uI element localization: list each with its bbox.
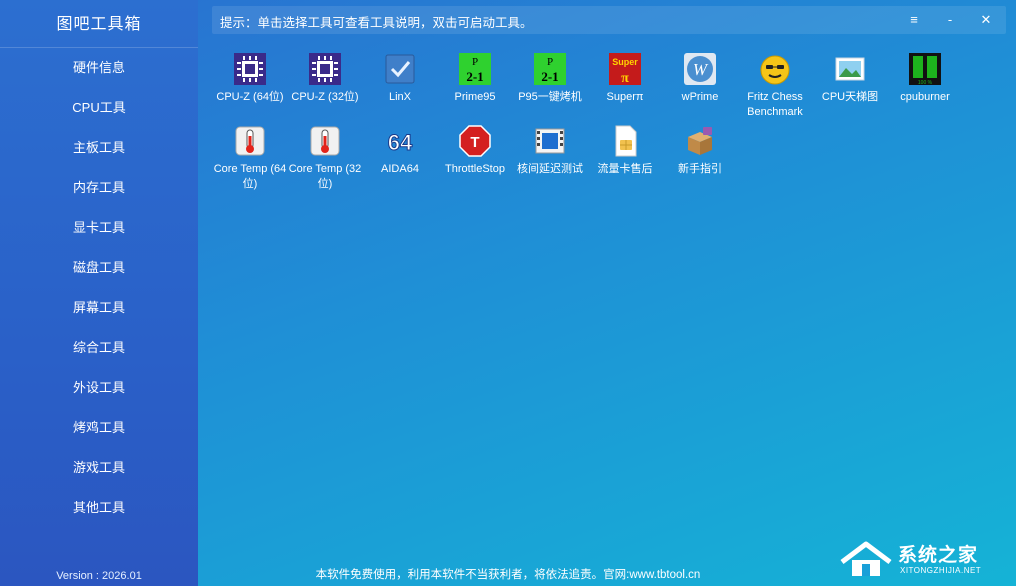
tool-label: 核间延迟测试: [517, 163, 583, 175]
tool-label: Fritz Chess Benchmark: [747, 91, 803, 118]
tool-throttlestop[interactable]: T ThrottleStop: [437, 124, 513, 177]
svg-text:π: π: [621, 71, 629, 86]
tool-beginner-guide[interactable]: 新手指引: [662, 124, 738, 177]
picture-icon: [833, 52, 867, 86]
svg-text:P: P: [472, 56, 478, 68]
svg-text:2-1: 2-1: [466, 69, 483, 84]
sidebar-item-memory-tools[interactable]: 内存工具: [0, 168, 198, 208]
cpuburner-icon: 100 %: [908, 52, 942, 86]
tool-label: CPU-Z (64位): [216, 91, 284, 103]
sidebar-item-disk-tools[interactable]: 磁盘工具: [0, 248, 198, 288]
tool-fritz-chess[interactable]: Fritz Chess Benchmark: [737, 52, 813, 120]
sidebar-item-gpu-tools[interactable]: 显卡工具: [0, 208, 198, 248]
app-title: 图吧工具箱: [56, 16, 142, 33]
aida64-icon: 64: [383, 124, 417, 158]
sidebar-item-game-tools[interactable]: 游戏工具: [0, 448, 198, 488]
prime95-icon: P 2-1: [533, 52, 567, 86]
tool-label: wPrime: [681, 91, 719, 103]
minimize-icon[interactable]: -: [938, 8, 962, 32]
tool-wprime[interactable]: W wPrime: [662, 52, 738, 105]
stop-sign-icon: T: [458, 124, 492, 158]
tool-cpu-ladder[interactable]: CPU天梯图: [812, 52, 888, 105]
tool-coretemp-64[interactable]: Core Temp (64位): [212, 124, 288, 192]
tool-coretemp-32[interactable]: Core Temp (32位): [287, 124, 363, 192]
svg-text:100 %: 100 %: [918, 80, 933, 86]
sim-card-icon: [608, 124, 642, 158]
sidebar-item-screen-tools[interactable]: 屏幕工具: [0, 288, 198, 328]
sidebar-item-general-tools[interactable]: 综合工具: [0, 328, 198, 368]
linx-icon: [383, 52, 417, 86]
watermark-cn: 系统之家: [898, 545, 979, 566]
svg-text:2-1: 2-1: [541, 69, 558, 84]
footer-notice: 本软件免费使用，利用本软件不当获利者，将依法追责。官网:www.tbtool.c…: [315, 569, 701, 581]
watermark: 系统之家 XITONGZHIJIA.NET: [838, 540, 1006, 580]
menu-icon[interactable]: ≡: [902, 8, 926, 32]
svg-text:W: W: [693, 60, 709, 79]
tool-core-latency[interactable]: 核间延迟测试: [512, 124, 588, 177]
sidebar-nav: 硬件信息 CPU工具 主板工具 内存工具 显卡工具 磁盘工具 屏幕工具 综合工具…: [0, 48, 198, 528]
hint-bar: 提示：单击选择工具可查看工具说明，双击可启动工具。 ≡ - ✕: [212, 6, 1006, 34]
superpi-icon: Super π: [608, 52, 642, 86]
svg-text:P: P: [547, 56, 553, 68]
house-logo-icon: [840, 541, 892, 576]
sidebar-item-motherboard-tools[interactable]: 主板工具: [0, 128, 198, 168]
sidebar-item-cpu-tools[interactable]: CPU工具: [0, 88, 198, 128]
tool-label: Core Temp (64位): [213, 163, 287, 190]
tool-label: Prime95: [454, 91, 496, 103]
tool-label: ThrottleStop: [445, 163, 505, 175]
svg-text:Super: Super: [612, 57, 638, 67]
cpuz-icon: [233, 52, 267, 86]
hint-text: 提示：单击选择工具可查看工具说明，双击可启动工具。: [220, 16, 533, 30]
sidebar-item-other-tools[interactable]: 其他工具: [0, 488, 198, 528]
prime95-icon: P 2-1: [458, 52, 492, 86]
film-icon: [533, 124, 567, 158]
tool-label: 流量卡售后: [597, 163, 653, 175]
tool-label: LinX: [388, 91, 412, 103]
svg-text:64: 64: [388, 130, 413, 155]
cpuz-icon: [308, 52, 342, 86]
thermometer-icon: [308, 124, 342, 158]
tool-superpi[interactable]: Super π Superπ: [587, 52, 663, 105]
fritz-icon: [758, 52, 792, 86]
tool-label: CPU天梯图: [821, 91, 879, 103]
close-icon[interactable]: ✕: [974, 8, 998, 32]
tool-prime95[interactable]: P 2-1 Prime95: [437, 52, 513, 105]
tool-label: P95一键烤机: [518, 91, 582, 103]
sidebar: 图吧工具箱 硬件信息 CPU工具 主板工具 内存工具 显卡工具 磁盘工具 屏幕工…: [0, 0, 198, 586]
tool-cpuburner[interactable]: 100 % cpuburner: [887, 52, 963, 105]
tool-label: Superπ: [606, 91, 644, 103]
watermark-en: XITONGZHIJIA.NET: [900, 566, 982, 575]
thermometer-icon: [233, 124, 267, 158]
tool-cpuz-32[interactable]: CPU-Z (32位): [287, 52, 363, 105]
tool-label: Core Temp (32位): [288, 163, 362, 190]
tool-cpuz-64[interactable]: CPU-Z (64位): [212, 52, 288, 105]
sidebar-item-hardware-info[interactable]: 硬件信息: [0, 48, 198, 88]
tool-label: cpuburner: [900, 91, 950, 103]
tool-label: CPU-Z (32位): [291, 91, 359, 103]
package-icon: [683, 124, 717, 158]
tool-label: AIDA64: [381, 163, 419, 175]
sidebar-item-stress-tools[interactable]: 烤鸡工具: [0, 408, 198, 448]
tool-label: 新手指引: [678, 163, 722, 175]
tool-p95-burn[interactable]: P 2-1 P95一键烤机: [512, 52, 588, 105]
version-label: Version : 2026.01: [56, 570, 142, 582]
tool-aida64[interactable]: 64 AIDA64: [362, 124, 438, 177]
tool-linx[interactable]: LinX: [362, 52, 438, 105]
sidebar-item-peripheral-tools[interactable]: 外设工具: [0, 368, 198, 408]
svg-text:T: T: [470, 134, 479, 151]
wprime-icon: W: [683, 52, 717, 86]
tool-data-card[interactable]: 流量卡售后: [587, 124, 663, 177]
